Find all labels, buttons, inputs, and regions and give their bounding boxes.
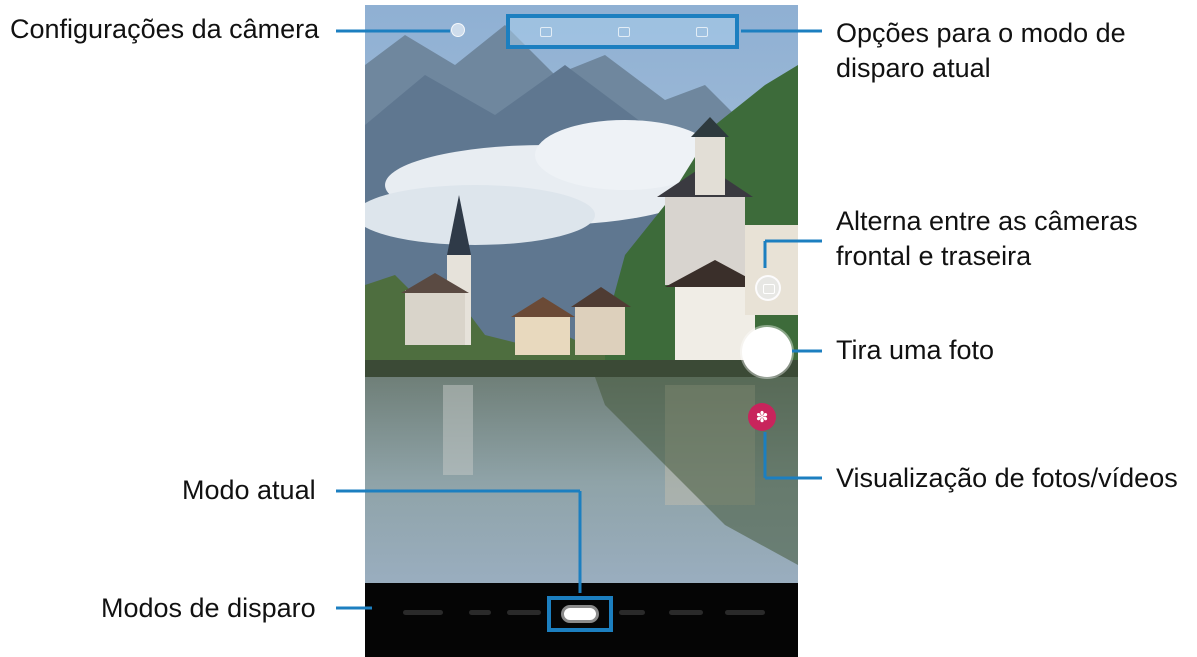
label-take-photo: Tira uma foto bbox=[836, 335, 995, 365]
mode-item[interactable] bbox=[469, 610, 491, 615]
shutter-button[interactable] bbox=[742, 327, 792, 377]
camera-settings-button[interactable] bbox=[451, 23, 465, 37]
current-mode-highlight bbox=[547, 596, 613, 632]
timer-icon[interactable] bbox=[618, 27, 630, 37]
mode-item[interactable] bbox=[669, 610, 703, 615]
label-shooting-options-line2: disparo atual bbox=[836, 53, 991, 83]
mode-item[interactable] bbox=[619, 610, 645, 615]
label-shooting-options-line1: Opções para o modo de bbox=[836, 18, 1126, 48]
shooting-options-bar[interactable] bbox=[506, 14, 739, 49]
label-shooting-modes: Modos de disparo bbox=[101, 593, 316, 623]
label-preview: Visualização de fotos/vídeos bbox=[836, 463, 1178, 493]
flash-icon[interactable] bbox=[540, 27, 552, 37]
preview-thumbnail-button[interactable]: ✽ bbox=[748, 403, 776, 431]
shooting-modes-bar[interactable] bbox=[365, 583, 798, 657]
label-camera-settings: Configurações da câmera bbox=[10, 14, 320, 44]
ratio-icon[interactable] bbox=[696, 27, 708, 37]
mode-item[interactable] bbox=[403, 610, 443, 615]
viewfinder-scene-image bbox=[365, 5, 798, 657]
mode-item[interactable] bbox=[725, 610, 765, 615]
mode-item[interactable] bbox=[507, 610, 541, 615]
label-switch-cameras-line2: frontal e traseira bbox=[836, 241, 1032, 271]
label-switch-cameras-line1: Alterna entre as câmeras bbox=[836, 206, 1138, 236]
switch-camera-button[interactable] bbox=[755, 275, 781, 301]
camera-viewfinder[interactable]: ✽ bbox=[365, 5, 798, 657]
label-current-mode: Modo atual bbox=[182, 475, 316, 505]
current-mode-button[interactable] bbox=[561, 605, 599, 623]
flower-icon: ✽ bbox=[755, 408, 769, 426]
